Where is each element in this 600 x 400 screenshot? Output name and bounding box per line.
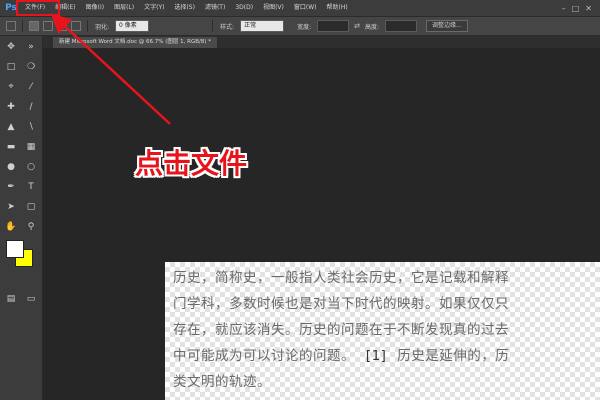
style-select[interactable]: 正常 xyxy=(240,20,285,32)
menu-bar: Ps 文件(F) 编辑(E) 图像(I) 图层(L) 文字(Y) 选择(S) 滤… xyxy=(0,0,600,17)
move-tool-icon[interactable]: ✥ xyxy=(4,40,18,54)
zoom-tool-icon[interactable]: ⚲ xyxy=(24,220,38,234)
dodge-tool-icon[interactable]: ○ xyxy=(24,160,38,174)
feather-label: 羽化: xyxy=(95,23,110,31)
eraser-tool-icon[interactable]: ▬ xyxy=(4,140,18,154)
eyedropper-tool-icon[interactable]: ⁄ xyxy=(24,80,38,94)
gradient-tool-icon[interactable]: ▦ xyxy=(24,140,38,154)
subtract-selection-icon[interactable] xyxy=(57,21,67,31)
shape-tool-icon[interactable]: ▢ xyxy=(24,200,38,214)
menu-help[interactable]: 帮助(H) xyxy=(322,0,353,16)
marquee-preset-icon[interactable] xyxy=(6,21,16,31)
path-select-icon[interactable]: ➤ xyxy=(4,200,18,214)
collapse-icon[interactable]: » xyxy=(24,40,38,54)
width-label: 宽度: xyxy=(297,23,312,31)
menu-type[interactable]: 文字(Y) xyxy=(139,0,169,16)
intersect-selection-icon[interactable] xyxy=(71,21,81,31)
tools-panel: ✥ » □ ❍ ⌖ ⁄ ✚ ∕ ▲ ∖ ▬ ▦ ● ○ ✒ T ➤ ▢ ✋ ⚲ … xyxy=(0,36,43,400)
divider xyxy=(87,20,88,32)
divider xyxy=(212,20,214,32)
menu-3d[interactable]: 3D(D) xyxy=(230,0,258,16)
doc-text-line: 类文明的轨迹。 xyxy=(173,374,271,390)
doc-text-line: 存在，就应该消失。历史的问题在于不断发现真的过去 xyxy=(173,322,509,338)
annotation-label: 点击文件 xyxy=(135,147,248,180)
close-icon[interactable]: ✕ xyxy=(585,4,592,13)
healing-tool-icon[interactable]: ✚ xyxy=(4,100,18,114)
divider xyxy=(22,20,23,32)
menu-window[interactable]: 窗口(W) xyxy=(289,0,322,16)
doc-text-segment: 历史是延伸的，历 xyxy=(397,348,510,364)
new-selection-icon[interactable] xyxy=(29,21,39,31)
citation-mark: [1] xyxy=(365,348,387,364)
menu-select[interactable]: 选择(S) xyxy=(169,0,200,16)
foreground-color-swatch[interactable] xyxy=(6,240,24,258)
blur-tool-icon[interactable]: ● xyxy=(4,160,18,174)
style-label: 样式: xyxy=(220,23,235,31)
swap-dimensions-icon[interactable]: ⇄ xyxy=(354,22,360,30)
menu-image[interactable]: 图像(I) xyxy=(81,0,109,16)
menu-filter[interactable]: 滤镜(T) xyxy=(200,0,230,16)
stamp-tool-icon[interactable]: ▲ xyxy=(4,120,18,134)
quick-mask-icon[interactable]: ▤ xyxy=(4,292,18,306)
height-input[interactable] xyxy=(385,20,417,32)
doc-text-line: 门学科，多数时候也是对当下时代的映射。如果仅仅只 xyxy=(173,296,509,312)
window-controls: – □ ✕ xyxy=(562,4,592,13)
refine-edge-button[interactable]: 调整边缘... xyxy=(426,20,468,32)
menu-layer[interactable]: 图层(L) xyxy=(109,0,139,16)
marquee-tool-icon[interactable]: □ xyxy=(4,60,18,74)
doc-text-segment: 中可能成为可以讨论的问题。 xyxy=(173,348,355,364)
file-menu-highlight xyxy=(16,0,60,16)
menu-view[interactable]: 视图(V) xyxy=(258,0,289,16)
lasso-tool-icon[interactable]: ❍ xyxy=(24,60,38,74)
options-bar: 羽化: 0 像素 样式: 正常 宽度: ⇄ 高度: 调整边缘... xyxy=(0,17,600,36)
document-canvas[interactable]: 历史，简称史，一般指人类社会历史，它是记载和解释 门学科，多数时候也是对当下时代… xyxy=(165,262,600,400)
minimize-icon[interactable]: – xyxy=(562,4,566,13)
brush-tool-icon[interactable]: ∕ xyxy=(24,100,38,114)
history-brush-icon[interactable]: ∖ xyxy=(24,120,38,134)
feather-input[interactable]: 0 像素 xyxy=(115,20,150,32)
width-input[interactable] xyxy=(317,20,350,32)
maximize-icon[interactable]: □ xyxy=(572,4,580,13)
hand-tool-icon[interactable]: ✋ xyxy=(4,220,18,234)
crop-tool-icon[interactable]: ⌖ xyxy=(4,80,18,94)
document-tab-bar: 新建 Microsoft Word 文档.doc @ 66.7% (图层 1, … xyxy=(43,36,600,48)
document-tab[interactable]: 新建 Microsoft Word 文档.doc @ 66.7% (图层 1, … xyxy=(53,37,217,48)
doc-text-line: 历史，简称史，一般指人类社会历史，它是记载和解释 xyxy=(173,270,509,286)
pen-tool-icon[interactable]: ✒ xyxy=(4,180,18,194)
height-label: 高度: xyxy=(364,23,379,31)
doc-text-line: 中可能成为可以讨论的问题。 [1] 历史是延伸的，历 xyxy=(173,344,509,364)
screen-mode-icon[interactable]: ▭ xyxy=(24,292,38,306)
type-tool-icon[interactable]: T xyxy=(24,180,38,194)
add-selection-icon[interactable] xyxy=(43,21,53,31)
